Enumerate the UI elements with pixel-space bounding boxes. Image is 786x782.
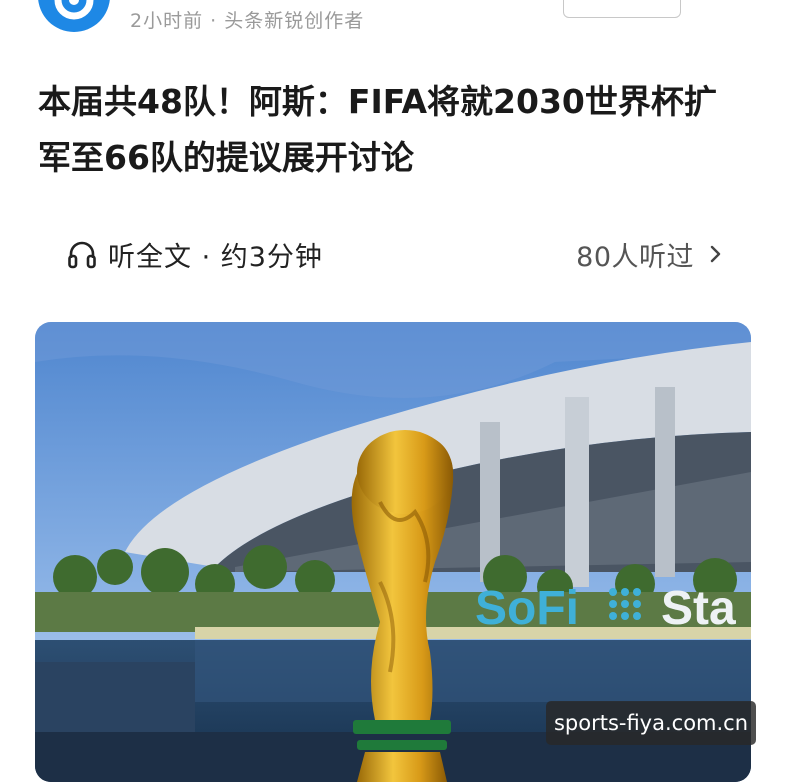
article-title: 本届共48队！阿斯：FIFA将就2030世界杯扩军至66队的提议展开讨论 — [38, 82, 717, 177]
chevron-right-icon — [710, 245, 721, 263]
watermark: sports-fiya.com.cn — [546, 701, 756, 745]
follow-button[interactable]: 关注 — [563, 0, 681, 18]
sofi-logo-icon — [609, 588, 641, 620]
listener-count-link[interactable]: 80人听过 — [576, 235, 726, 274]
listener-count: 80人听过 — [576, 241, 694, 273]
avatar-logo-icon — [38, 0, 110, 32]
author-avatar[interactable] — [36, 0, 112, 34]
headphone-icon — [68, 241, 96, 269]
author-meta: 2小时前 · 头条新锐创作者 — [130, 10, 365, 32]
listen-full-text-row[interactable]: 听全文 · 约3分钟 80人听过 — [66, 232, 726, 276]
listen-label: 听全文 · 约3分钟 — [108, 241, 323, 273]
